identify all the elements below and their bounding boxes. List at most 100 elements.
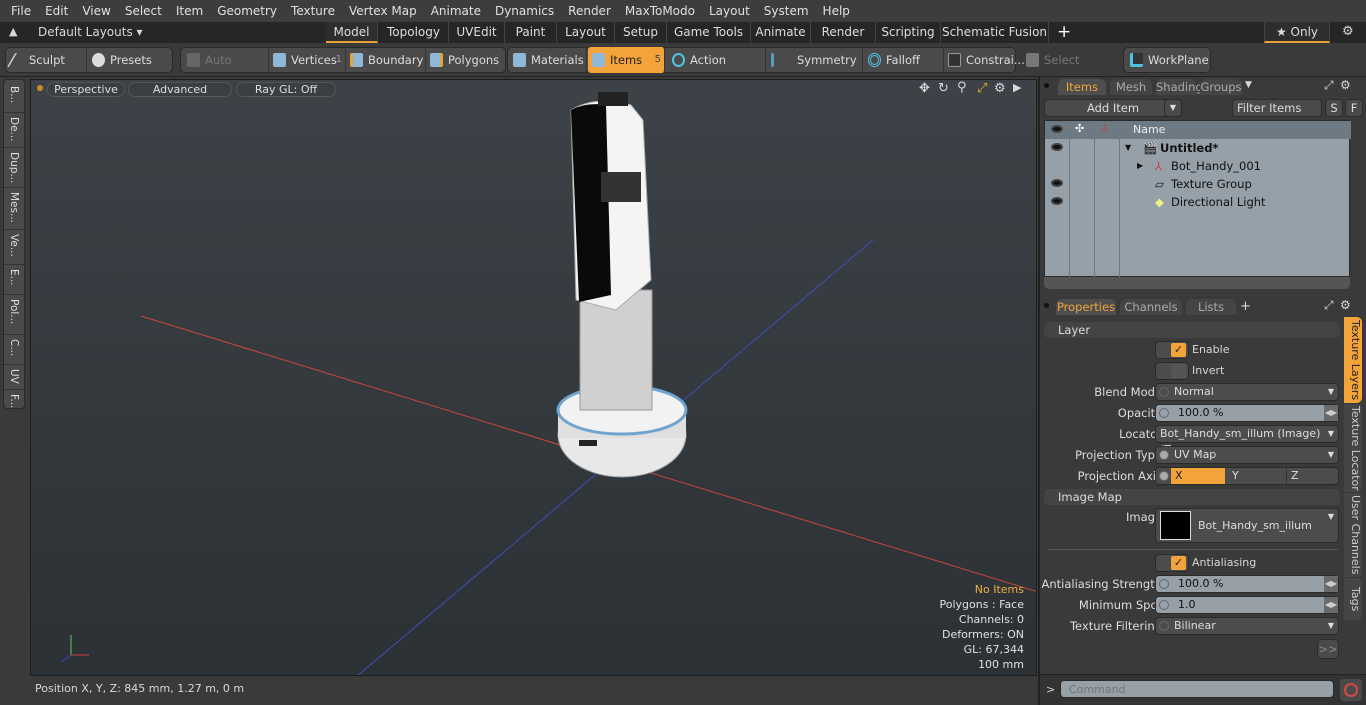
menu-item[interactable]: Item: [169, 4, 210, 18]
select-through-button[interactable]: Select Through: [1022, 47, 1125, 93]
slider-handle-icon[interactable]: ◀▶: [1324, 576, 1338, 592]
tab-setup[interactable]: Setup: [615, 22, 667, 43]
tab-paint[interactable]: Paint: [505, 22, 557, 43]
expand-icon[interactable]: ⤢: [1324, 298, 1334, 313]
side-tab-texture-layers[interactable]: Texture Layers: [1344, 317, 1362, 403]
f-button[interactable]: F: [1345, 99, 1363, 117]
presets-button[interactable]: Presets: [88, 47, 172, 73]
image-map-section[interactable]: Image Map: [1044, 489, 1340, 505]
perspective-button[interactable]: Perspective: [47, 82, 125, 97]
tab-schematic-fusion[interactable]: Schematic Fusion: [941, 22, 1049, 43]
eye-icon[interactable]: [1051, 143, 1063, 151]
add-item-dropdown-icon[interactable]: ▼: [1164, 99, 1182, 117]
menu-file[interactable]: File: [4, 4, 38, 18]
name-column-header[interactable]: Name: [1133, 123, 1165, 136]
only-toggle[interactable]: ★ Only: [1264, 22, 1330, 43]
tab-render[interactable]: Render: [811, 22, 876, 43]
axis-x-button[interactable]: X: [1171, 468, 1225, 484]
expand-arrow-icon[interactable]: ▼: [1125, 139, 1131, 157]
materials-button[interactable]: Materials: [509, 47, 587, 73]
tree-row-bot-handy[interactable]: ▶ ⅄ Bot_Handy_001: [1045, 157, 1351, 175]
tab-game-tools[interactable]: Game Tools: [667, 22, 751, 43]
tabs-dropdown-icon[interactable]: ▼: [1245, 80, 1252, 90]
menu-vertex-map[interactable]: Vertex Map: [342, 4, 424, 18]
constraints-button[interactable]: Constrai...: [944, 47, 1025, 73]
enable-checkbox[interactable]: ✓: [1155, 341, 1189, 359]
invert-checkbox[interactable]: [1155, 362, 1189, 380]
move-icon[interactable]: ✥: [919, 81, 930, 96]
action-center-button[interactable]: Action Center: [668, 47, 766, 93]
tab-layout[interactable]: Layout: [557, 22, 615, 43]
s-button[interactable]: S: [1325, 99, 1343, 117]
layer-section[interactable]: Layer: [1044, 322, 1340, 338]
more-button[interactable]: >>: [1317, 639, 1339, 659]
left-tab-curve[interactable]: C...: [4, 335, 24, 365]
side-tab-user-channels[interactable]: User Channels: [1344, 493, 1362, 577]
left-tab-mesh[interactable]: Mes...: [4, 188, 24, 230]
rotate-icon[interactable]: ↻: [938, 81, 949, 96]
menu-texture[interactable]: Texture: [284, 4, 342, 18]
gear-icon[interactable]: ⚙: [1342, 24, 1354, 39]
min-spot-input[interactable]: 1.0 ◀▶: [1155, 596, 1339, 614]
opacity-input[interactable]: 100.0 % ◀▶: [1155, 404, 1339, 422]
symmetry-button[interactable]: Symmetry: [767, 47, 863, 73]
antialiasing-checkbox[interactable]: ✓: [1155, 554, 1189, 572]
tree-row-untitled[interactable]: ▼ 🎬 Untitled*: [1045, 139, 1351, 157]
vertices-button[interactable]: Vertices 1: [269, 47, 346, 73]
tab-shading[interactable]: Shading: [1156, 79, 1203, 95]
record-button[interactable]: [1340, 679, 1362, 701]
side-tab-texture-locator[interactable]: Texture Locator: [1344, 404, 1362, 492]
eye-icon[interactable]: [1051, 179, 1063, 187]
panel-gear-icon[interactable]: ⚙: [1340, 78, 1351, 92]
advanced-button[interactable]: Advanced: [128, 82, 232, 97]
tree-horizontal-scrollbar[interactable]: [1044, 277, 1350, 289]
eye-icon[interactable]: [1051, 197, 1063, 205]
left-tab-deform[interactable]: De...: [4, 113, 24, 148]
tree-row-texture-group[interactable]: ▱ Texture Group: [1045, 175, 1351, 193]
zoom-icon[interactable]: ⚲: [957, 80, 967, 95]
filtering-select[interactable]: Bilinear ▼: [1155, 617, 1339, 635]
left-tab-vertex[interactable]: Ve...: [4, 230, 24, 265]
viewport-gear-icon[interactable]: ⚙: [994, 81, 1006, 96]
projection-type-select[interactable]: UV Map ▼: [1155, 446, 1339, 464]
menu-edit[interactable]: Edit: [38, 4, 75, 18]
menu-help[interactable]: Help: [816, 4, 857, 18]
viewport-more-icon[interactable]: ▶: [1013, 81, 1021, 94]
tree-row-directional-light[interactable]: ◆ Directional Light: [1045, 193, 1351, 211]
menu-dynamics[interactable]: Dynamics: [488, 4, 561, 18]
aa-strength-input[interactable]: 100.0 % ◀▶: [1155, 575, 1339, 593]
add-tab-button[interactable]: +: [1240, 299, 1251, 314]
menu-render[interactable]: Render: [561, 4, 618, 18]
left-tab-basic[interactable]: B...: [4, 82, 24, 113]
viewport-menu-dot[interactable]: [37, 85, 43, 91]
menu-view[interactable]: View: [75, 4, 117, 18]
panel-gear-icon[interactable]: ⚙: [1340, 298, 1351, 312]
layouts-dropdown[interactable]: Default Layouts ▾: [38, 25, 143, 39]
workplane-button[interactable]: WorkPlane: [1126, 47, 1210, 73]
expand-arrow-icon[interactable]: ▶: [1137, 157, 1143, 175]
polygons-button[interactable]: Polygons: [426, 47, 504, 73]
command-input[interactable]: [1060, 680, 1334, 698]
filter-items-input[interactable]: Filter Items: [1232, 99, 1322, 117]
image-select[interactable]: Bot_Handy_sm_illum ▼: [1155, 508, 1339, 543]
menu-select[interactable]: Select: [118, 4, 169, 18]
tab-lists[interactable]: Lists: [1186, 299, 1236, 315]
menu-system[interactable]: System: [757, 4, 816, 18]
menu-geometry[interactable]: Geometry: [210, 4, 284, 18]
menu-layout[interactable]: Layout: [702, 4, 757, 18]
panel-dot[interactable]: [1044, 303, 1049, 308]
left-tab-polygon[interactable]: Pol...: [4, 295, 24, 335]
tab-properties[interactable]: Properties: [1056, 299, 1116, 315]
tab-uvedit[interactable]: UVEdit: [449, 22, 505, 43]
expand-icon[interactable]: ⤢: [1324, 78, 1334, 93]
maximize-icon[interactable]: ⤢: [977, 81, 987, 96]
panel-dot[interactable]: [1044, 83, 1049, 88]
raygl-button[interactable]: Ray GL: Off: [236, 82, 336, 97]
auto-select-button[interactable]: Auto Select: [183, 47, 269, 93]
tab-channels[interactable]: Channels: [1120, 299, 1182, 315]
tab-mesh[interactable]: Mesh ...: [1110, 79, 1152, 110]
axis-z-button[interactable]: Z: [1286, 468, 1299, 484]
blend-mode-select[interactable]: Normal ▼: [1155, 383, 1339, 401]
menu-maxtomodo[interactable]: MaxToModo: [618, 4, 702, 18]
collapse-icon[interactable]: ▲: [9, 25, 17, 38]
